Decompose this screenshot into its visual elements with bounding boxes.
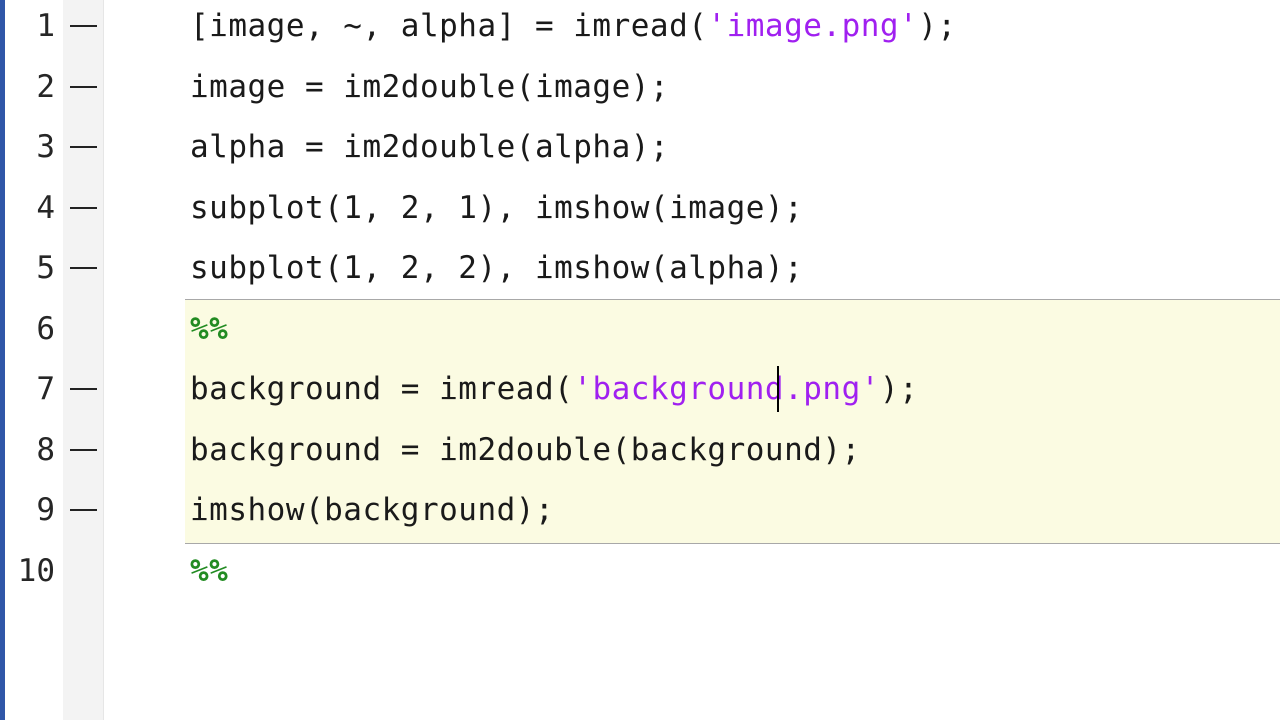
- code-line-8[interactable]: 8 background = im2double(background);: [0, 420, 1280, 480]
- code-line-1[interactable]: 1 [image, ~, alpha] = imread('image.png')…: [0, 0, 1280, 56]
- code-text[interactable]: alpha = im2double(alpha);: [190, 117, 669, 177]
- code-line-5[interactable]: 5 subplot(1, 2, 2), imshow(alpha);: [0, 238, 1280, 298]
- string-literal: 'background.png': [573, 371, 880, 407]
- code-token: subplot(1, 2, 2), imshow(alpha);: [190, 250, 804, 286]
- code-line-9[interactable]: 9 imshow(background);: [0, 480, 1280, 540]
- code-text[interactable]: %%: [190, 541, 228, 601]
- code-text[interactable]: imshow(background);: [190, 480, 554, 540]
- line-number: 4: [36, 189, 55, 226]
- string-literal: 'image.png': [707, 8, 919, 44]
- code-text[interactable]: [image, ~, alpha] = imread('image.png');: [190, 0, 957, 56]
- code-token: imshow(background);: [190, 492, 555, 528]
- code-line-2[interactable]: 2 image = im2double(image);: [0, 57, 1280, 117]
- breakpoint-marker-dash[interactable]: [70, 206, 97, 209]
- breakpoint-marker-dash[interactable]: [70, 146, 97, 148]
- line-number: 3: [36, 129, 55, 165]
- code-token: [image, ~, alpha] = imread(: [190, 8, 708, 44]
- code-token: );: [918, 8, 957, 44]
- line-number: 7: [36, 371, 55, 407]
- code-token: );: [879, 371, 919, 407]
- code-text[interactable]: background = imread('background.png');: [190, 359, 918, 419]
- code-line-7[interactable]: 7 background = imread('background.png');: [0, 359, 1280, 419]
- breakpoint-marker-dash[interactable]: [70, 267, 97, 269]
- line-number: 1: [36, 8, 55, 44]
- code-token: background = imread(: [190, 371, 574, 407]
- line-number: 9: [36, 492, 55, 528]
- code-text[interactable]: subplot(1, 2, 2), imshow(alpha);: [190, 238, 803, 298]
- code-line-4[interactable]: 4 subplot(1, 2, 1), imshow(image);: [0, 178, 1280, 238]
- line-number: 2: [36, 68, 55, 105]
- code-line-3[interactable]: 3 alpha = im2double(alpha);: [0, 117, 1280, 177]
- breakpoint-marker-dash[interactable]: [70, 25, 97, 27]
- code-token: subplot(1, 2, 1), imshow(image);: [190, 189, 804, 226]
- breakpoint-marker-dash[interactable]: [70, 388, 97, 390]
- code-text[interactable]: image = im2double(image);: [190, 57, 669, 117]
- code-line-6[interactable]: 6%%: [0, 299, 1280, 359]
- code-token: alpha = im2double(alpha);: [190, 129, 670, 165]
- cell-divider-marker: %%: [190, 552, 229, 589]
- code-token: background = im2double(background);: [190, 431, 861, 468]
- cell-divider-marker: %%: [190, 310, 229, 347]
- line-number: 6: [36, 310, 55, 347]
- code-line-10[interactable]: 10%%: [0, 541, 1280, 601]
- line-number: 5: [36, 250, 55, 286]
- code-text[interactable]: background = im2double(background);: [190, 420, 861, 480]
- breakpoint-marker-dash[interactable]: [70, 509, 97, 511]
- breakpoint-marker-dash[interactable]: [70, 448, 97, 451]
- code-editor[interactable]: 1 [image, ~, alpha] = imread('image.png')…: [0, 0, 1280, 720]
- line-number: 8: [36, 431, 55, 468]
- breakpoint-marker-dash[interactable]: [70, 85, 97, 88]
- code-token: image = im2double(image);: [190, 68, 670, 105]
- code-text[interactable]: %%: [190, 299, 228, 359]
- code-text[interactable]: subplot(1, 2, 1), imshow(image);: [190, 178, 803, 238]
- line-number: 10: [17, 552, 55, 589]
- text-cursor: [777, 366, 779, 412]
